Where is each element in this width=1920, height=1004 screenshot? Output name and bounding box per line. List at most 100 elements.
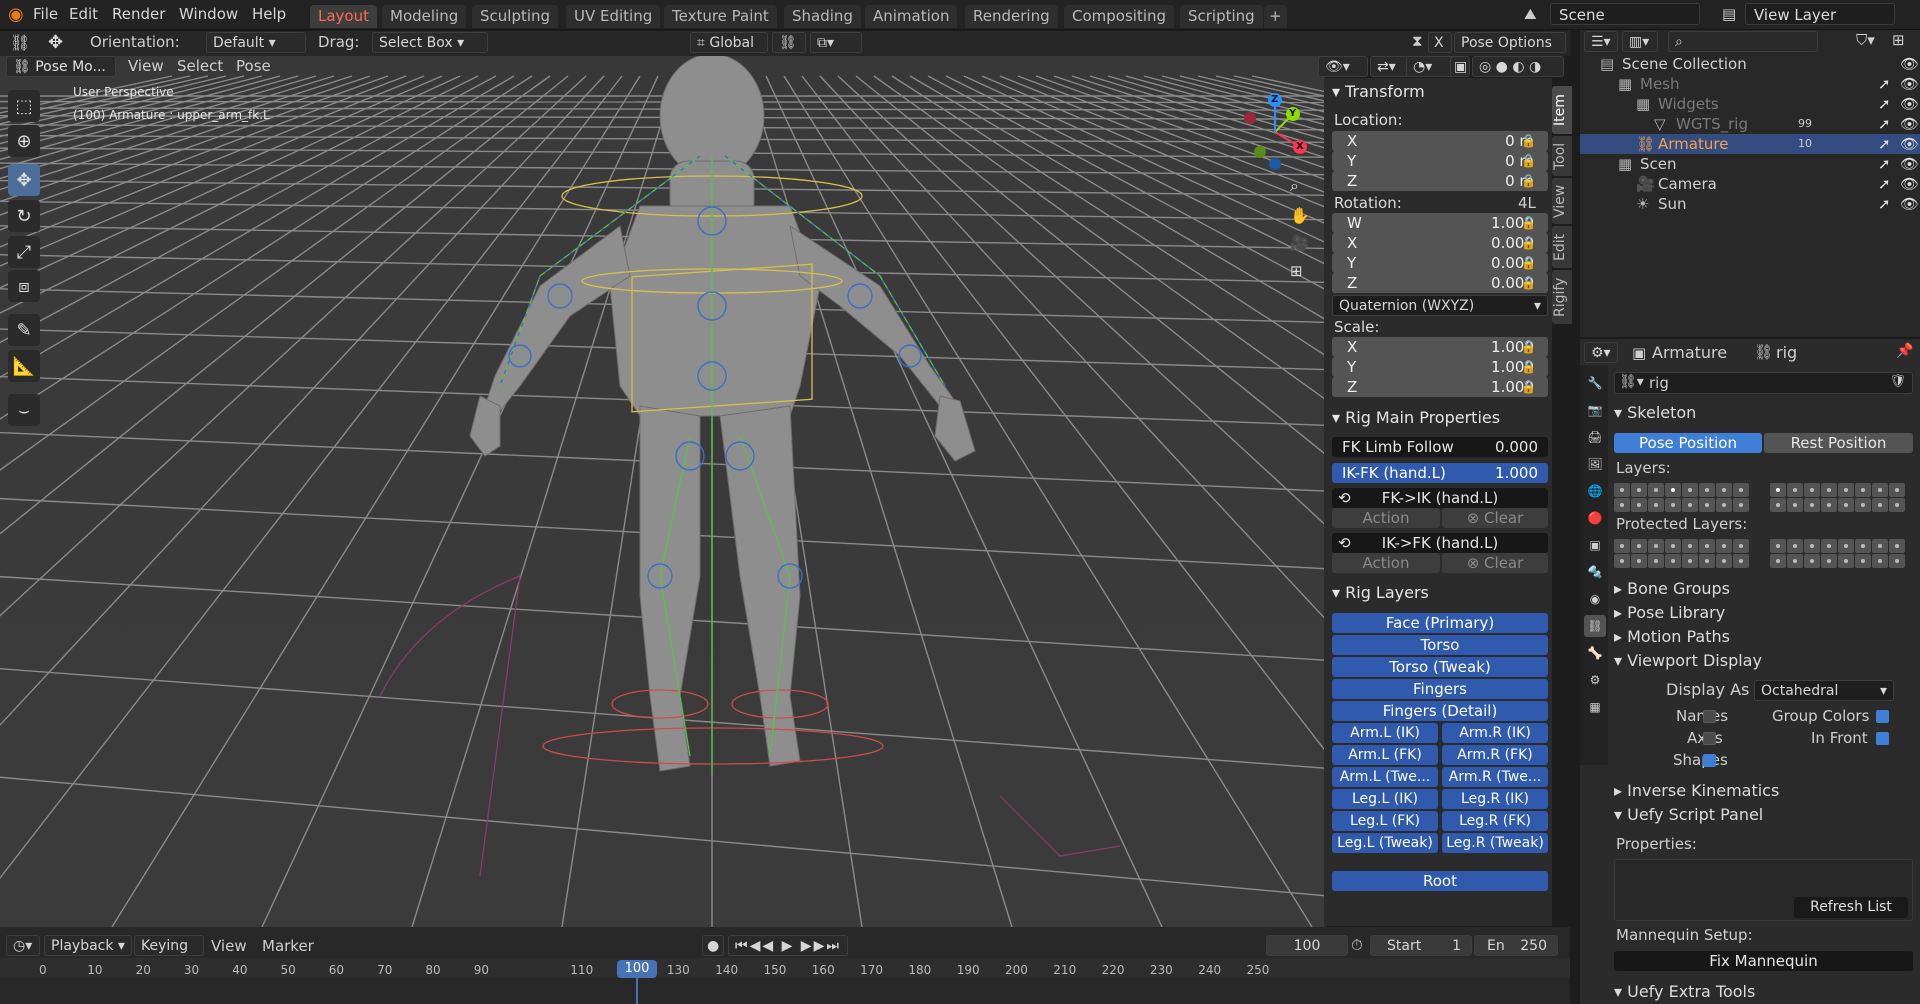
menu-edit[interactable]: Edit xyxy=(63,3,104,25)
world-tab-icon[interactable]: 🔴 xyxy=(1584,507,1606,529)
eye-visibility-icon[interactable]: 👁 xyxy=(1900,174,1919,194)
shapes-checkbox[interactable] xyxy=(1703,754,1716,767)
layer-toggle[interactable] xyxy=(1770,483,1786,497)
annotate-tool-icon[interactable]: ✎ xyxy=(8,314,40,346)
measure-tool-icon[interactable]: 📐 xyxy=(8,350,40,382)
fake-user-shield-icon[interactable]: 🛡 xyxy=(1889,374,1906,389)
rig-layer-button[interactable]: Leg.R (IK) xyxy=(1442,789,1548,809)
eye-visibility-icon[interactable]: 👁 xyxy=(1900,134,1919,154)
viewport-menu-view[interactable]: View xyxy=(128,57,164,75)
tab-rigify[interactable]: Rigify xyxy=(1552,270,1572,324)
outliner-item[interactable]: ▦ Scen ➚ 👁 xyxy=(1580,154,1920,174)
layer-toggle[interactable] xyxy=(1648,498,1664,512)
layer-toggle[interactable] xyxy=(1821,498,1837,512)
render-tab-icon[interactable]: 📷 xyxy=(1584,399,1606,421)
ortho-grid-icon[interactable]: ⊞ xyxy=(1290,262,1303,280)
menu-render[interactable]: Render xyxy=(106,3,171,25)
pose-library-section-header[interactable]: ▸ Pose Library xyxy=(1614,602,1725,624)
display-as-dropdown[interactable]: Octahedral ▾ xyxy=(1754,680,1894,701)
layer-toggle[interactable] xyxy=(1733,554,1749,568)
layer-toggle[interactable] xyxy=(1733,483,1749,497)
fk-ik-action-button[interactable]: Action xyxy=(1332,508,1440,528)
tab-modeling[interactable]: Modeling xyxy=(382,5,467,28)
lock-scale-y-icon[interactable]: 🔓 xyxy=(1521,360,1536,374)
layer-toggle[interactable] xyxy=(1665,483,1681,497)
snap-dropdown[interactable]: ⧉▾ xyxy=(810,32,862,53)
tab-sculpting[interactable]: Sculpting xyxy=(472,5,559,28)
keying-menu[interactable]: Keying ▾ xyxy=(134,935,204,975)
playback-menu[interactable]: Playback ▾ xyxy=(44,935,132,956)
viewport-display-section-header[interactable]: ▾ Viewport Display xyxy=(1614,650,1762,672)
layer-toggle[interactable] xyxy=(1699,554,1715,568)
layer-toggle[interactable] xyxy=(1787,483,1803,497)
lock-location-y-icon[interactable]: 🔓 xyxy=(1521,154,1536,168)
layer-toggle[interactable] xyxy=(1872,539,1888,553)
bone-size-tool-icon[interactable]: ⌣ xyxy=(8,394,40,426)
layer-toggle[interactable] xyxy=(1821,539,1837,553)
axes-checkbox[interactable] xyxy=(1703,732,1716,745)
names-checkbox[interactable] xyxy=(1703,710,1716,723)
tab-edit[interactable]: Edit xyxy=(1552,226,1572,268)
layer-toggle[interactable] xyxy=(1665,498,1681,512)
outliner-item[interactable]: ▦ Mesh ➚ 👁 xyxy=(1580,74,1920,94)
rig-layer-button[interactable]: Face (Primary) xyxy=(1332,613,1548,633)
layer-toggle[interactable] xyxy=(1614,554,1630,568)
outliner-display-mode-icon[interactable]: ▥▾ xyxy=(1622,31,1658,52)
layer-toggle[interactable] xyxy=(1716,554,1732,568)
ik-fk-clear-button[interactable]: ⊗ Clear xyxy=(1442,553,1548,573)
blender-logo-icon[interactable]: ◉ xyxy=(8,5,28,25)
layer-toggle[interactable] xyxy=(1631,498,1647,512)
tab-item[interactable]: Item xyxy=(1552,86,1572,134)
layer-toggle[interactable] xyxy=(1855,539,1871,553)
tool-tab-icon[interactable]: 🔧 xyxy=(1584,372,1606,394)
rig-layer-root-button[interactable]: Root xyxy=(1332,871,1548,891)
outliner-item[interactable]: ⛓ Armature 10 ➚ 👁 xyxy=(1580,134,1920,154)
rig-layer-button[interactable]: Leg.L (Tweak) xyxy=(1332,833,1438,853)
filter-icon[interactable]: ⛉▾ xyxy=(1856,31,1875,49)
zoom-icon[interactable]: ⌕ xyxy=(1290,176,1299,196)
layer-toggle[interactable] xyxy=(1716,483,1732,497)
layer-toggle[interactable] xyxy=(1838,498,1854,512)
scene-tab-icon[interactable]: 🌐 xyxy=(1584,480,1606,502)
playhead-label[interactable]: 100 xyxy=(617,960,657,978)
tab-shading[interactable]: Shading xyxy=(784,5,861,28)
pin-icon[interactable]: 📌 xyxy=(1896,343,1913,359)
layer-toggle[interactable] xyxy=(1770,554,1786,568)
layer-toggle[interactable] xyxy=(1821,483,1837,497)
lock-scale-z-icon[interactable]: 🔓 xyxy=(1521,380,1536,394)
transform-orientation-dropdown[interactable]: ⌗ Global xyxy=(690,32,768,53)
layer-toggle[interactable] xyxy=(1872,483,1888,497)
armature-data-field[interactable]: ⛓▾ rig 🛡 xyxy=(1614,372,1913,394)
scene-icon[interactable]: ⛰ xyxy=(1524,5,1537,23)
ik-fk-action-button[interactable]: Action xyxy=(1332,553,1440,573)
navigation-gizmo[interactable]: X Y Z xyxy=(1235,92,1315,172)
lock-scale-x-icon[interactable]: 🔓 xyxy=(1521,340,1536,354)
tab-uv-editing[interactable]: UV Editing xyxy=(566,5,661,28)
rotate-tool-icon[interactable]: ↻ xyxy=(8,200,40,232)
layer-toggle[interactable] xyxy=(1804,554,1820,568)
pose-position-button[interactable]: Pose Position xyxy=(1614,433,1762,453)
refresh-list-button[interactable]: Refresh List xyxy=(1794,897,1908,918)
playback-controls[interactable]: ⏮◀◀ ▶ ▶▶⏭ xyxy=(728,935,848,956)
location-y-field[interactable]: Y0 m xyxy=(1332,151,1548,171)
layer-toggle[interactable] xyxy=(1614,498,1630,512)
scale-y-field[interactable]: Y 1.000 xyxy=(1332,357,1548,377)
bone-groups-section-header[interactable]: ▸ Bone Groups xyxy=(1614,578,1730,600)
drag-dropdown[interactable]: Select Box ▾ xyxy=(372,32,488,53)
xray-toggle[interactable]: ▣ xyxy=(1450,56,1470,77)
layer-toggle[interactable] xyxy=(1889,483,1905,497)
rotation-w-field[interactable]: W 1.000 xyxy=(1332,213,1548,233)
orientation-dropdown[interactable]: Default ▾ xyxy=(206,32,306,53)
rig-layer-button[interactable]: Leg.L (IK) xyxy=(1332,789,1438,809)
rig-layer-button[interactable]: Arm.R (Twe... xyxy=(1442,767,1548,787)
selectable-arrow-icon[interactable]: ➚ xyxy=(1878,134,1891,154)
scale-z-field[interactable]: Z 1.000 xyxy=(1332,377,1548,397)
physics-tab-icon[interactable]: ◉ xyxy=(1584,588,1606,610)
rest-position-button[interactable]: Rest Position xyxy=(1764,433,1913,453)
menu-window[interactable]: Window xyxy=(173,3,244,25)
lock-rotation-w-icon[interactable]: 🔓 xyxy=(1521,216,1536,230)
layer-toggle[interactable] xyxy=(1889,498,1905,512)
rig-layer-button[interactable]: Arm.L (Twe... xyxy=(1332,767,1438,787)
rotation-mode-dropdown[interactable]: Quaternion (WXYZ) ▾ xyxy=(1332,295,1548,316)
timeline-menu-view[interactable]: View xyxy=(211,937,247,955)
